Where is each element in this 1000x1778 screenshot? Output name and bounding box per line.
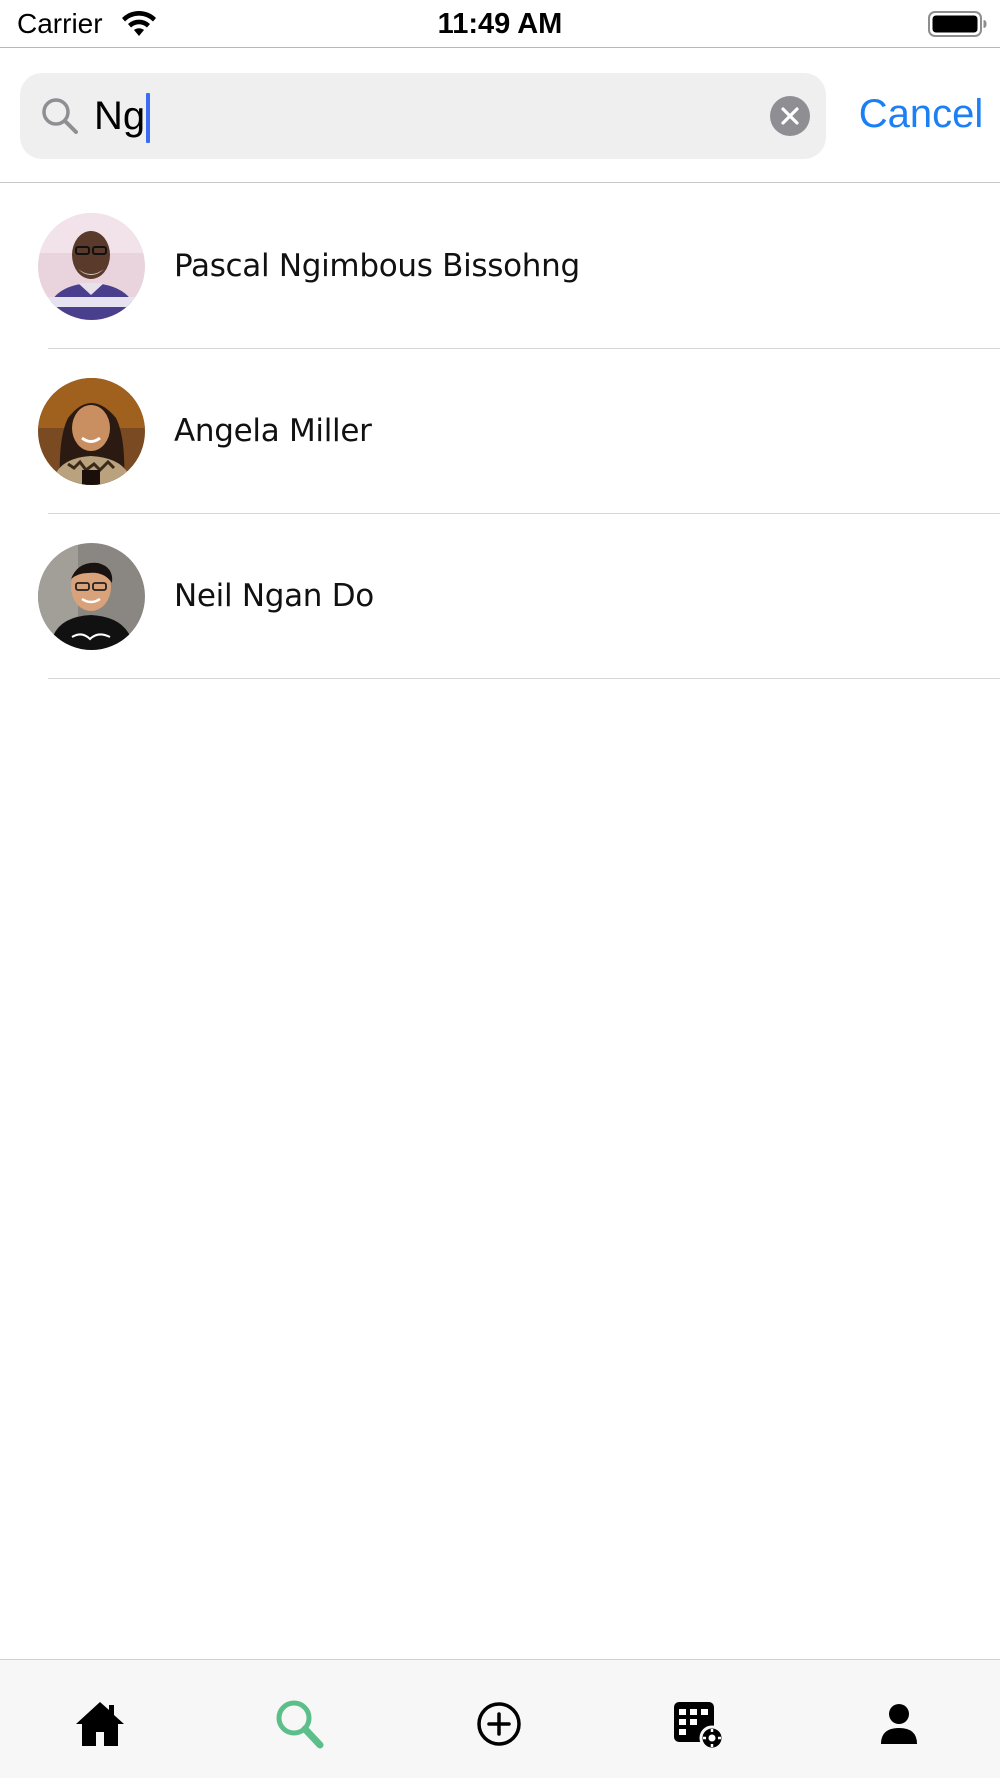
tab-home[interactable] — [70, 1696, 130, 1752]
tab-profile[interactable] — [869, 1696, 929, 1752]
calendar-icon — [674, 1702, 725, 1751]
tab-add[interactable] — [469, 1696, 529, 1752]
search-screen: Carrier 11:49 AM Ng Cancel Pascal Ngimbo… — [0, 0, 1000, 1778]
home-icon — [76, 1702, 124, 1746]
close-icon — [781, 107, 799, 125]
text-caret — [146, 93, 151, 144]
search-results-list: Pascal Ngimbous Bissohng Angela Miller N… — [0, 184, 1000, 679]
result-name: Neil Ngan Do — [174, 578, 374, 614]
clear-search-button[interactable] — [770, 96, 810, 136]
profile-icon — [881, 1704, 917, 1744]
avatar — [38, 213, 145, 320]
avatar — [38, 543, 145, 650]
result-name: Angela Miller — [174, 413, 372, 449]
tab-calendar[interactable] — [668, 1696, 728, 1752]
result-name: Pascal Ngimbous Bissohng — [174, 248, 580, 284]
search-icon — [38, 94, 82, 138]
search-icon — [276, 1700, 324, 1749]
search-field[interactable]: Ng — [20, 73, 826, 159]
list-item[interactable]: Pascal Ngimbous Bissohng — [0, 184, 1000, 349]
tab-bar — [0, 1659, 1000, 1778]
list-item[interactable]: Neil Ngan Do — [0, 514, 1000, 679]
status-bar: Carrier 11:49 AM — [0, 0, 1000, 48]
search-header: Ng Cancel — [0, 48, 1000, 183]
battery-icon — [928, 10, 988, 38]
status-time: 11:49 AM — [437, 8, 563, 40]
add-circle-icon — [477, 1702, 521, 1746]
tab-search[interactable] — [270, 1696, 330, 1752]
search-input-text: Ng — [94, 94, 146, 138]
search-input[interactable]: Ng — [94, 87, 151, 145]
cancel-button[interactable]: Cancel — [846, 86, 996, 142]
avatar — [38, 378, 145, 485]
list-item[interactable]: Angela Miller — [0, 349, 1000, 514]
